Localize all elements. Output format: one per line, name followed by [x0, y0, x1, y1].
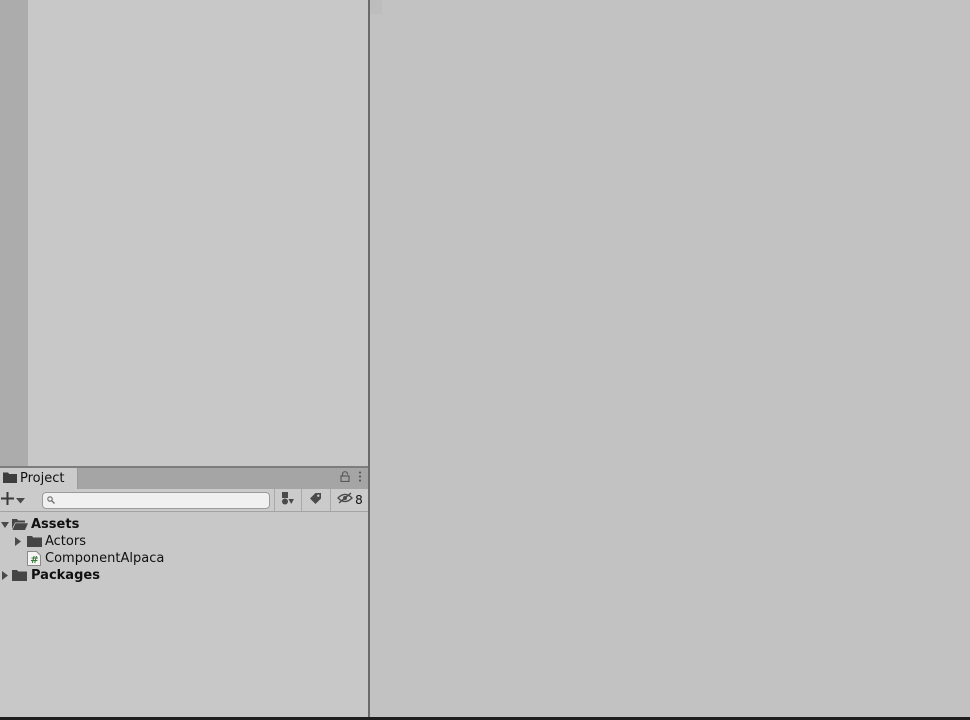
project-tab-bar: Project [0, 468, 368, 489]
lock-icon[interactable] [340, 471, 350, 486]
create-button[interactable] [0, 490, 32, 510]
scene-view-panel[interactable] [370, 0, 970, 718]
tree-label: ComponentAlpaca [45, 551, 165, 566]
filter-by-label-icon [309, 492, 322, 509]
filter-by-label-button[interactable] [304, 491, 326, 509]
chevron-down-icon [16, 493, 25, 508]
eye-slash-icon [337, 492, 354, 508]
hidden-packages-button[interactable]: 8 [335, 491, 365, 509]
hierarchy-panel [0, 0, 368, 466]
tree-label: Packages [31, 568, 100, 583]
folder-open-icon [12, 518, 28, 534]
tree-row-componentalpaca[interactable]: # ComponentAlpaca [0, 550, 368, 567]
expand-arrow-down-icon[interactable] [0, 516, 10, 533]
tree-label: Actors [45, 534, 86, 549]
folder-icon [12, 569, 27, 585]
folder-icon [3, 471, 17, 487]
search-icon [47, 493, 55, 508]
tree-label: Assets [31, 517, 80, 532]
toolbar-divider [330, 489, 331, 511]
kebab-menu-icon[interactable] [358, 471, 362, 486]
tab-project-label: Project [20, 471, 65, 486]
tree-row-assets[interactable]: Assets [0, 516, 368, 533]
expand-arrow-right-icon[interactable] [0, 567, 10, 584]
tree-row-packages[interactable]: Packages [0, 567, 368, 584]
project-panel: Project 8 Assets Actors # ComponentAlpac… [0, 468, 368, 717]
filter-by-type-button[interactable] [278, 491, 298, 509]
tree-row-actors[interactable]: Actors [0, 533, 368, 550]
plus-icon [1, 491, 14, 509]
svg-text:#: # [30, 555, 38, 566]
toolbar-divider [301, 489, 302, 511]
scene-view-corner [370, 0, 382, 14]
hierarchy-sidebar-strip [0, 0, 28, 466]
filter-by-type-icon [281, 491, 295, 509]
project-toolbar: 8 [0, 489, 368, 512]
folder-icon [27, 535, 42, 551]
expand-arrow-right-icon[interactable] [13, 533, 23, 550]
toolbar-divider [274, 489, 275, 511]
search-field[interactable] [42, 492, 270, 509]
tab-project[interactable]: Project [0, 468, 78, 489]
hidden-packages-count: 8 [355, 493, 363, 507]
search-input[interactable] [58, 493, 258, 508]
